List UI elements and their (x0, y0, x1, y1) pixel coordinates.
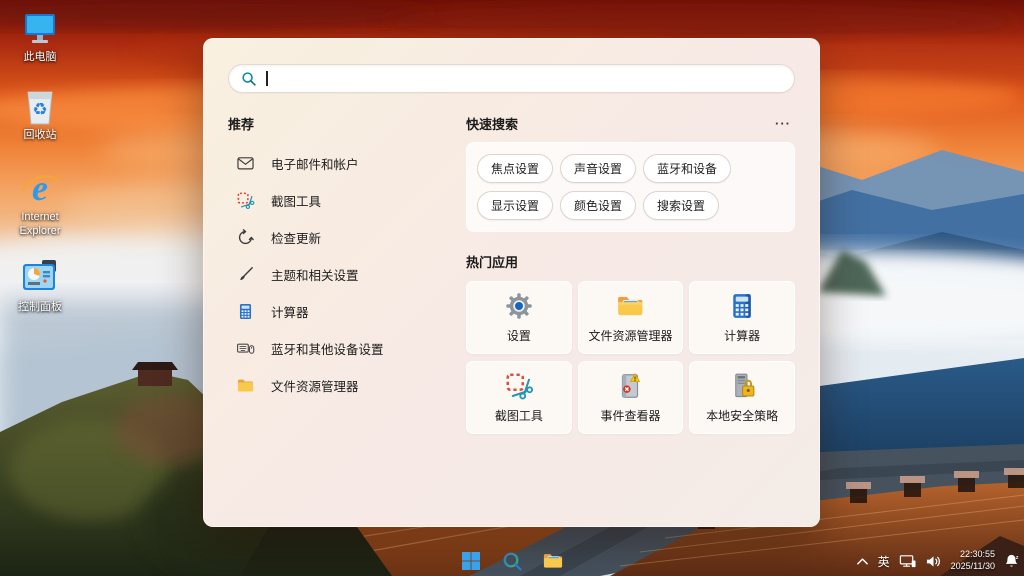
event-viewer-icon (615, 371, 645, 401)
this-pc-icon (20, 6, 60, 48)
mail-icon (236, 154, 255, 173)
recommended-item-label: 检查更新 (271, 228, 321, 247)
recommended-item-label: 截图工具 (271, 191, 321, 210)
taskbar-search-button[interactable] (499, 548, 525, 574)
quick-search-title: 快速搜索 (466, 114, 518, 133)
svg-text:♻: ♻ (32, 100, 47, 120)
recommended-item-label: 计算器 (271, 302, 309, 321)
file-explorer-icon (615, 291, 645, 321)
taskbar: 英 22:30:55 2025/11/30 (0, 546, 1024, 576)
app-tile-label: 计算器 (724, 327, 760, 344)
quick-search-pill[interactable]: 搜索设置 (643, 191, 719, 220)
quick-search-pill[interactable]: 显示设置 (477, 191, 553, 220)
popular-apps-grid: 设置 文件资源管理器 (466, 281, 795, 434)
taskbar-file-explorer-button[interactable] (540, 548, 566, 574)
security-policy-icon (727, 371, 757, 401)
recommended-item-file-explorer[interactable]: 文件资源管理器 (228, 367, 466, 404)
desktop-icon-label: 此电脑 (24, 51, 57, 65)
popular-apps-title: 热门应用 (466, 252, 795, 271)
app-tile-snipping-tool[interactable]: 截图工具 (466, 361, 572, 434)
system-tray: 英 22:30:55 2025/11/30 (856, 546, 1019, 576)
clock-time: 22:30:55 (951, 549, 995, 561)
more-options-button[interactable]: ··· (771, 116, 795, 131)
settings-gear-icon (504, 291, 534, 321)
calculator-icon (727, 291, 757, 321)
calculator-icon (236, 302, 255, 321)
clock-date: 2025/11/30 (951, 561, 995, 573)
app-tile-label: 截图工具 (495, 407, 543, 424)
folder-icon (236, 376, 255, 395)
recommended-item-themes[interactable]: 主题和相关设置 (228, 256, 466, 293)
recommended-item-mail[interactable]: 电子邮件和帐户 (228, 145, 466, 182)
network-icon[interactable] (899, 554, 916, 568)
app-tile-label: 文件资源管理器 (588, 327, 672, 344)
quick-search-pill[interactable]: 声音设置 (560, 154, 636, 183)
svg-text:e: e (32, 168, 48, 208)
desktop-icon-this-pc[interactable]: 此电脑 (4, 6, 76, 65)
quick-search-pill[interactable]: 焦点设置 (477, 154, 553, 183)
refresh-icon (236, 228, 255, 247)
app-tile-file-explorer[interactable]: 文件资源管理器 (578, 281, 684, 354)
app-tile-local-security-policy[interactable]: 本地安全策略 (689, 361, 795, 434)
app-tile-settings[interactable]: 设置 (466, 281, 572, 354)
app-tile-label: 设置 (507, 327, 531, 344)
recommended-item-snipping-tool[interactable]: 截图工具 (228, 182, 466, 219)
recommended-title: 推荐 (228, 114, 466, 133)
app-tile-event-viewer[interactable]: 事件查看器 (578, 361, 684, 434)
recommended-item-label: 文件资源管理器 (271, 376, 359, 395)
recommended-item-bluetooth-devices[interactable]: 蓝牙和其他设备设置 (228, 330, 466, 367)
speaker-icon[interactable] (925, 554, 942, 569)
notification-bell-icon[interactable]: z (1004, 553, 1019, 569)
internet-explorer-icon: e (19, 166, 61, 208)
desktop-icon-internet-explorer[interactable]: e Internet Explorer (4, 166, 76, 239)
control-panel-icon (20, 256, 60, 298)
start-button[interactable] (458, 548, 484, 574)
recommended-item-label: 蓝牙和其他设备设置 (271, 339, 384, 358)
taskbar-search-icon (502, 551, 523, 572)
svg-text:z: z (1016, 555, 1019, 561)
taskbar-folder-icon (542, 551, 564, 571)
paintbrush-icon (236, 265, 255, 284)
recommended-item-check-updates[interactable]: 检查更新 (228, 219, 466, 256)
search-input[interactable] (268, 65, 783, 92)
app-tile-label: 事件查看器 (600, 407, 660, 424)
snipping-tool-icon (504, 371, 534, 401)
ime-indicator[interactable]: 英 (878, 553, 890, 570)
search-flyout-panel: 推荐 电子邮件和帐户 (203, 38, 820, 527)
recommended-item-calculator[interactable]: 计算器 (228, 293, 466, 330)
desktop-icon-recycle-bin[interactable]: ♻ 回收站 (4, 84, 76, 143)
recycle-bin-icon: ♻ (21, 84, 59, 126)
app-tile-label: 本地安全策略 (706, 407, 778, 424)
search-icon (241, 71, 257, 87)
desktop-icon-label: 回收站 (24, 129, 57, 143)
desktop-icon-label: Internet Explorer (5, 211, 75, 239)
app-tile-calculator[interactable]: 计算器 (689, 281, 795, 354)
desktop-icon-control-panel[interactable]: 控制面板 (4, 256, 76, 315)
search-bar[interactable] (228, 64, 795, 93)
recommended-item-label: 主题和相关设置 (271, 265, 359, 284)
desktop-icon-label: 控制面板 (18, 301, 62, 315)
desktop: 此电脑 ♻ 回收站 e Internet Explorer (0, 0, 1024, 576)
taskbar-clock[interactable]: 22:30:55 2025/11/30 (951, 549, 995, 572)
recommended-section: 推荐 电子邮件和帐户 (228, 114, 466, 434)
tray-chevron-up-icon[interactable] (856, 556, 869, 566)
windows-logo-icon (461, 551, 481, 571)
quick-search-pill[interactable]: 蓝牙和设备 (643, 154, 731, 183)
recommended-item-label: 电子邮件和帐户 (271, 154, 359, 173)
snipping-tool-icon (236, 191, 255, 210)
devices-icon (236, 339, 255, 358)
quick-search-pill[interactable]: 颜色设置 (560, 191, 636, 220)
quick-search-section: 快速搜索 ··· (466, 114, 795, 133)
quick-search-card: 焦点设置 声音设置 蓝牙和设备 显示设置 颜色设置 搜索设置 (466, 142, 795, 232)
